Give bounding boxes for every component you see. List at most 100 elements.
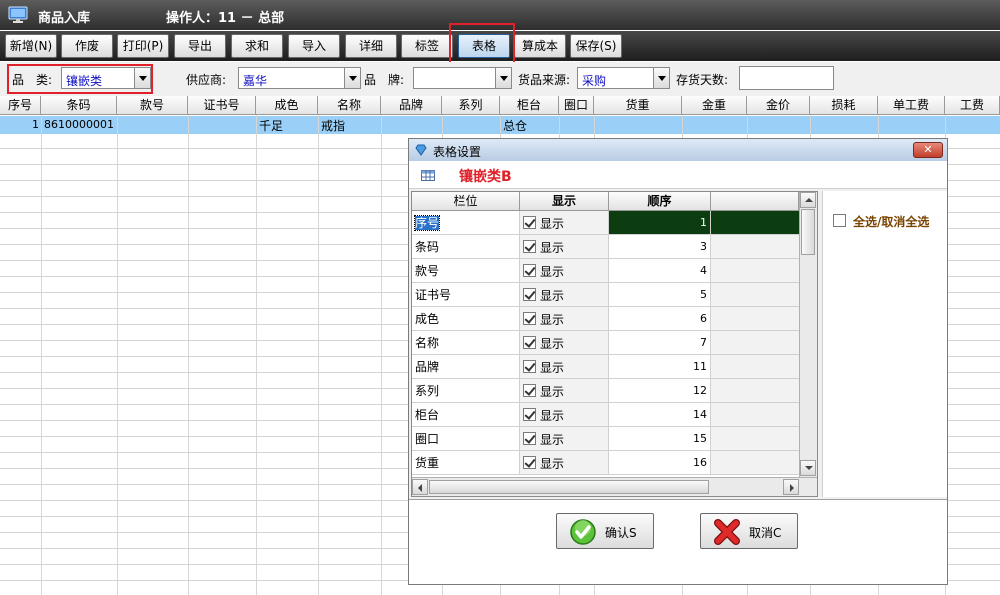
label-button[interactable]: 标签 [401,34,453,58]
export-button[interactable]: 导出 [174,34,226,58]
supplier-select[interactable]: 嘉华 [238,67,361,89]
show-checkbox[interactable] [523,288,536,301]
select-all-checkbox[interactable] [833,214,846,227]
column-header[interactable]: 损耗 [810,96,878,115]
column-header[interactable]: 款号 [117,96,188,115]
list-item[interactable]: 名称 显示 7 [412,331,799,355]
confirm-button[interactable]: 确认S [556,513,654,549]
chevron-down-icon[interactable] [653,68,669,88]
field-name[interactable]: 柜台 [412,403,520,427]
import-button[interactable]: 导入 [288,34,340,58]
cell-barcode[interactable]: 8610000001 [44,118,114,131]
scroll-left-icon[interactable] [412,479,428,495]
header-show[interactable]: 显示 [520,192,609,211]
show-checkbox[interactable] [523,432,536,445]
order-value[interactable]: 16 [609,451,711,475]
column-header[interactable]: 序号 [0,96,41,115]
detail-button[interactable]: 详细 [345,34,397,58]
cell-counter[interactable]: 总仓 [503,117,527,134]
list-item[interactable]: 成色 显示 6 [412,307,799,331]
field-name[interactable]: 货重 [412,451,520,475]
cell-seq[interactable]: 1 [32,118,39,131]
field-name[interactable]: 证书号 [412,283,520,307]
scroll-thumb[interactable] [801,209,815,255]
order-value[interactable]: 15 [609,427,711,451]
field-name[interactable]: 系列 [412,379,520,403]
save-button[interactable]: 保存(S) [570,34,622,58]
show-label: 显示 [540,337,565,351]
field-name[interactable]: 名称 [412,331,520,355]
new-button[interactable]: 新增(N) [5,34,57,58]
show-checkbox[interactable] [523,216,536,229]
list-item[interactable]: 品牌 显示 11 [412,355,799,379]
show-label: 显示 [540,265,565,279]
column-header[interactable]: 条码 [41,96,117,115]
field-name[interactable]: 序号 [413,215,441,231]
print-button[interactable]: 打印(P) [117,34,169,58]
scroll-right-icon[interactable] [783,479,799,495]
header-field[interactable]: 栏位 [412,192,520,211]
order-value[interactable]: 1 [609,211,711,235]
column-header[interactable]: 工费 [945,96,1000,115]
header-order[interactable]: 顺序 [609,192,711,211]
cancel-button[interactable]: 取消C [700,513,798,549]
list-item[interactable]: 序号 显示 1 [412,211,799,235]
column-header[interactable]: 系列 [442,96,500,115]
list-item[interactable]: 系列 显示 12 [412,379,799,403]
chevron-down-icon[interactable] [495,68,511,88]
column-header[interactable]: 单工费 [878,96,945,115]
list-item[interactable]: 条码 显示 3 [412,235,799,259]
sum-button[interactable]: 求和 [231,34,283,58]
field-name[interactable]: 品牌 [412,355,520,379]
calc-cost-button[interactable]: 算成本 [514,34,566,58]
order-value[interactable]: 4 [609,259,711,283]
column-header[interactable]: 货重 [594,96,682,115]
show-checkbox[interactable] [523,456,536,469]
source-select[interactable]: 采购 [577,67,670,89]
field-name[interactable]: 条码 [412,235,520,259]
cell-purity[interactable]: 千足 [259,117,283,134]
field-name[interactable]: 款号 [412,259,520,283]
order-value[interactable]: 11 [609,355,711,379]
brand-select[interactable] [413,67,512,89]
show-checkbox[interactable] [523,336,536,349]
scroll-thumb[interactable] [429,480,709,494]
chevron-down-icon[interactable] [344,68,360,88]
stock-days-input[interactable] [739,66,834,90]
column-header[interactable]: 金重 [682,96,747,115]
show-checkbox[interactable] [523,360,536,373]
cell-name[interactable]: 戒指 [321,117,345,134]
order-value[interactable]: 6 [609,307,711,331]
field-name[interactable]: 成色 [412,307,520,331]
order-value[interactable]: 5 [609,283,711,307]
show-checkbox[interactable] [523,264,536,277]
order-value[interactable]: 14 [609,403,711,427]
column-header[interactable]: 品牌 [381,96,442,115]
list-item[interactable]: 圈口 显示 15 [412,427,799,451]
show-checkbox[interactable] [523,312,536,325]
horizontal-scrollbar[interactable] [412,477,817,496]
vertical-scrollbar[interactable] [799,192,817,477]
void-button[interactable]: 作废 [61,34,113,58]
show-checkbox[interactable] [523,384,536,397]
list-item[interactable]: 货重 显示 16 [412,451,799,475]
show-checkbox[interactable] [523,408,536,421]
scroll-down-icon[interactable] [800,460,816,476]
list-item[interactable]: 柜台 显示 14 [412,403,799,427]
order-value[interactable]: 3 [609,235,711,259]
list-item[interactable]: 款号 显示 4 [412,259,799,283]
column-header[interactable]: 成色 [256,96,318,115]
column-header[interactable]: 证书号 [188,96,256,115]
select-all-label[interactable]: 全选/取消全选 [853,213,929,230]
column-header[interactable]: 名称 [318,96,381,115]
field-name[interactable]: 圈口 [412,427,520,451]
show-checkbox[interactable] [523,240,536,253]
column-header[interactable]: 圈口 [559,96,594,115]
list-item[interactable]: 证书号 显示 5 [412,283,799,307]
column-header[interactable]: 柜台 [500,96,559,115]
order-value[interactable]: 12 [609,379,711,403]
order-value[interactable]: 7 [609,331,711,355]
column-header[interactable]: 金价 [747,96,810,115]
scroll-up-icon[interactable] [800,192,816,208]
close-icon[interactable]: ✕ [913,142,943,158]
